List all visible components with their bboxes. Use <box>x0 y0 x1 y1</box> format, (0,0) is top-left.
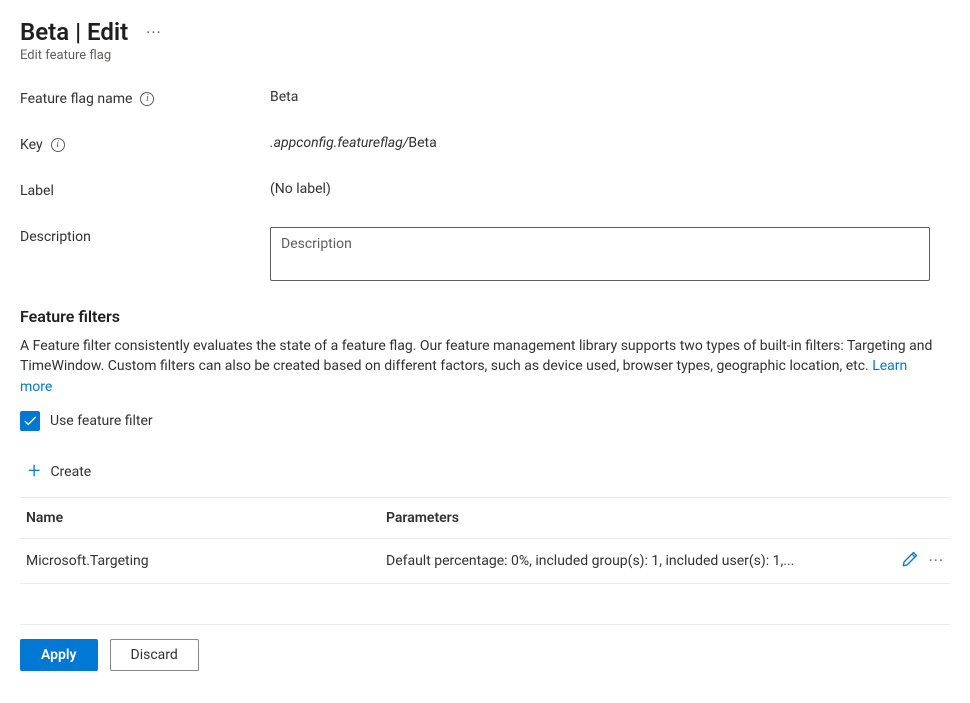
check-icon <box>23 414 37 428</box>
key-label: Key <box>20 137 43 153</box>
page-title: Beta | Edit <box>20 18 128 46</box>
filters-description: A Feature filter consistently evaluates … <box>20 336 940 397</box>
flag-name-label: Feature flag name <box>20 91 132 107</box>
page-subtitle: Edit feature flag <box>20 48 950 63</box>
info-icon[interactable]: i <box>51 138 65 152</box>
footer-bar: Apply Discard <box>20 624 950 685</box>
discard-button[interactable]: Discard <box>110 639 199 671</box>
label-label: Label <box>20 183 54 199</box>
apply-button[interactable]: Apply <box>20 639 98 671</box>
filter-params-cell: Default percentage: 0%, included group(s… <box>380 538 880 583</box>
info-icon[interactable]: i <box>140 92 154 106</box>
table-row[interactable]: Microsoft.Targeting Default percentage: … <box>20 538 950 583</box>
row-more-icon[interactable]: ··· <box>928 551 944 570</box>
col-header-name: Name <box>20 498 380 539</box>
flag-name-value: Beta <box>270 89 950 105</box>
use-filter-checkbox[interactable] <box>20 411 40 431</box>
description-input[interactable] <box>270 227 930 281</box>
create-filter-button[interactable]: + Create <box>20 457 950 498</box>
create-label: Create <box>50 464 91 480</box>
filter-name-cell: Microsoft.Targeting <box>20 538 380 583</box>
label-value: (No label) <box>270 181 950 197</box>
key-value: .appconfig.featureflag/Beta <box>270 135 950 151</box>
edit-icon[interactable] <box>902 551 918 571</box>
plus-icon: + <box>28 461 40 483</box>
more-menu-icon[interactable]: ··· <box>146 23 162 42</box>
col-header-parameters: Parameters <box>380 498 880 539</box>
col-header-actions <box>880 498 950 539</box>
filters-heading: Feature filters <box>20 307 950 326</box>
description-label: Description <box>20 229 91 245</box>
use-filter-label: Use feature filter <box>50 413 153 429</box>
